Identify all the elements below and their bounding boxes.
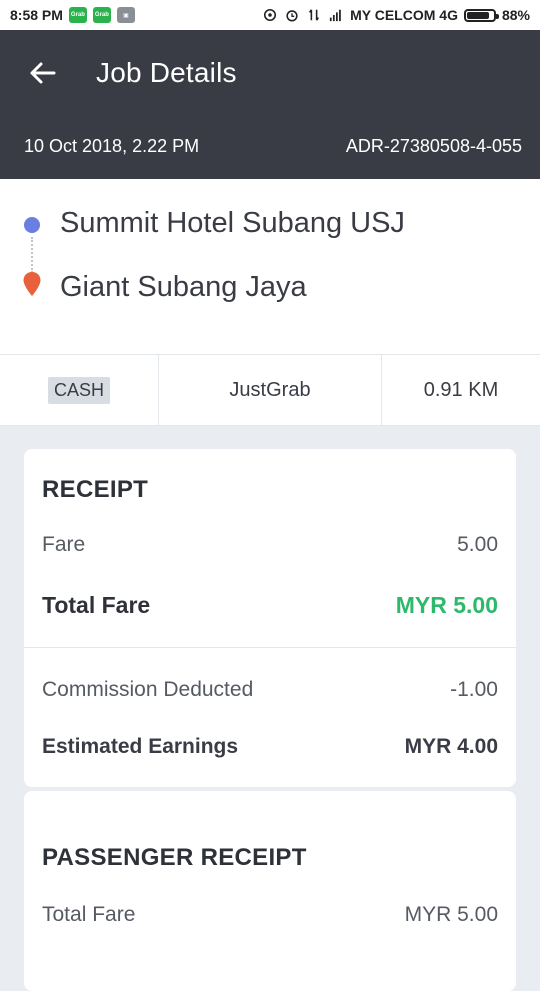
passenger-receipt-title: PASSENGER RECEIPT [42, 844, 307, 871]
page-title: Job Details [96, 57, 237, 88]
data-arrows-icon [309, 9, 320, 21]
status-bar: 8:58 PM Grab Grab ▣ MY CELCOM 4G 88% [0, 0, 540, 30]
grab-app-icon: Grab [68, 7, 87, 23]
status-bar-right: MY CELCOM 4G 88% [262, 7, 530, 23]
payment-cell: CASH [0, 355, 159, 425]
pickup-dot-icon [24, 217, 40, 233]
route-section: Summit Hotel Subang USJ Giant Subang Jay… [0, 179, 540, 354]
hotspot-icon [264, 8, 277, 22]
passenger-total-label: Total Fare [42, 903, 136, 926]
total-fare-value: MYR 5.00 [395, 592, 498, 618]
commission-label: Commission Deducted [42, 678, 254, 701]
pickup-location: Summit Hotel Subang USJ [60, 207, 405, 239]
service-type: JustGrab [159, 355, 382, 425]
fare-value: 5.00 [457, 533, 498, 556]
map-pin-icon [23, 272, 41, 296]
receipt-card: RECEIPT Fare 5.00 Total Fare MYR 5.00 Co… [24, 449, 516, 787]
passenger-receipt-card: PASSENGER RECEIPT Total Fare MYR 5.00 [24, 791, 516, 991]
back-button[interactable] [22, 56, 62, 90]
payment-badge: CASH [47, 376, 110, 404]
dropoff-location: Giant Subang Jaya [60, 271, 307, 303]
carrier-label: MY CELCOM 4G [350, 7, 458, 23]
commission-row: Commission Deducted -1.00 [42, 678, 498, 702]
status-time: 8:58 PM [10, 7, 63, 23]
fare-row: Fare 5.00 [42, 533, 498, 557]
fare-label: Fare [42, 533, 86, 556]
earnings-label: Estimated Earnings [42, 735, 239, 758]
receipt-title: RECEIPT [42, 476, 149, 503]
grab-app-icon: Grab [92, 7, 111, 23]
arrow-left-icon [30, 62, 56, 84]
trip-distance: 0.91 KM [423, 378, 499, 401]
job-date: 10 Oct 2018, 2.22 PM [24, 136, 200, 156]
passenger-total-row: Total Fare MYR 5.00 [42, 903, 498, 927]
battery-percent: 88% [501, 7, 530, 23]
signal-icon [329, 9, 341, 22]
trip-info-row: CASH JustGrab 0.91 KM [0, 354, 540, 426]
alarm-icon [286, 10, 298, 22]
commission-value: -1.00 [450, 678, 498, 701]
total-fare-label: Total Fare [42, 592, 151, 618]
total-fare-row: Total Fare MYR 5.00 [42, 592, 498, 619]
battery-icon [463, 8, 499, 22]
status-bar-left: 8:58 PM Grab Grab ▣ [10, 7, 135, 23]
passenger-total-value: MYR 5.00 [404, 903, 498, 926]
earnings-value: MYR 4.00 [404, 735, 498, 758]
earnings-row: Estimated Earnings MYR 4.00 [42, 735, 498, 759]
route-connector [31, 237, 33, 273]
app-icon: ▣ [116, 7, 135, 23]
receipt-divider [24, 647, 516, 648]
job-id: ADR-27380508-4-055 [345, 136, 522, 156]
app-header: Job Details 10 Oct 2018, 2.22 PM ADR-273… [0, 30, 540, 179]
